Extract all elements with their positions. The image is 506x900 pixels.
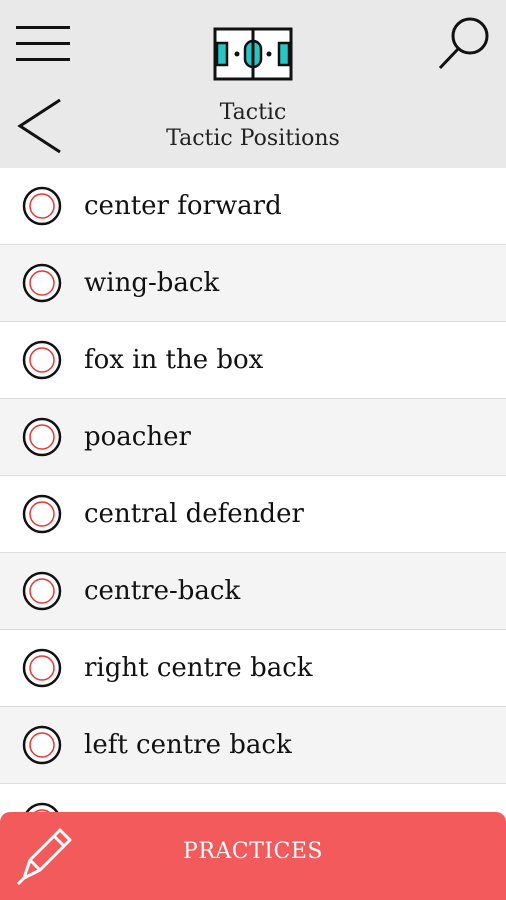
list-item-label: poacher bbox=[84, 422, 191, 452]
header-titles: Tactic Tactic Positions bbox=[0, 100, 506, 152]
radio-circle-icon[interactable] bbox=[22, 571, 62, 611]
search-button[interactable] bbox=[436, 14, 494, 72]
list-item[interactable]: central defender bbox=[0, 476, 506, 553]
list-item-label: center forward bbox=[84, 191, 282, 221]
radio-circle-icon[interactable] bbox=[22, 340, 62, 380]
list-item-label: wing-back bbox=[84, 268, 220, 298]
radio-circle-icon[interactable] bbox=[22, 263, 62, 303]
list-item[interactable]: left centre back bbox=[0, 707, 506, 784]
list-item-label: fox in the box bbox=[84, 345, 264, 375]
radio-circle-icon[interactable] bbox=[22, 648, 62, 688]
list-item-label: right centre back bbox=[84, 653, 313, 683]
practices-button[interactable]: PRACTICES bbox=[0, 812, 506, 900]
list-item[interactable]: centre-back bbox=[0, 553, 506, 630]
list-item[interactable]: right centre back bbox=[0, 630, 506, 707]
radio-circle-icon[interactable] bbox=[22, 186, 62, 226]
list-item[interactable]: fox in the box bbox=[0, 322, 506, 399]
football-pitch-icon bbox=[213, 27, 293, 81]
page-title: Tactic bbox=[219, 100, 287, 125]
radio-circle-icon[interactable] bbox=[22, 725, 62, 765]
radio-circle-icon[interactable] bbox=[22, 494, 62, 534]
practices-button-label: PRACTICES bbox=[183, 839, 323, 864]
list-item-label: centre-back bbox=[84, 576, 241, 606]
list-item-label: left centre back bbox=[84, 730, 292, 760]
list-item[interactable]: center forward bbox=[0, 168, 506, 245]
menu-button[interactable] bbox=[16, 24, 70, 64]
positions-list: center forward wing-back fox in the box … bbox=[0, 168, 506, 824]
page-subtitle: Tactic Positions bbox=[166, 126, 340, 151]
list-item[interactable]: wing-back bbox=[0, 245, 506, 322]
search-icon bbox=[438, 17, 489, 70]
radio-circle-icon[interactable] bbox=[22, 417, 62, 457]
app-header: Tactic Tactic Positions bbox=[0, 0, 506, 168]
list-item-label: central defender bbox=[84, 499, 304, 529]
list-item[interactable]: poacher bbox=[0, 399, 506, 476]
